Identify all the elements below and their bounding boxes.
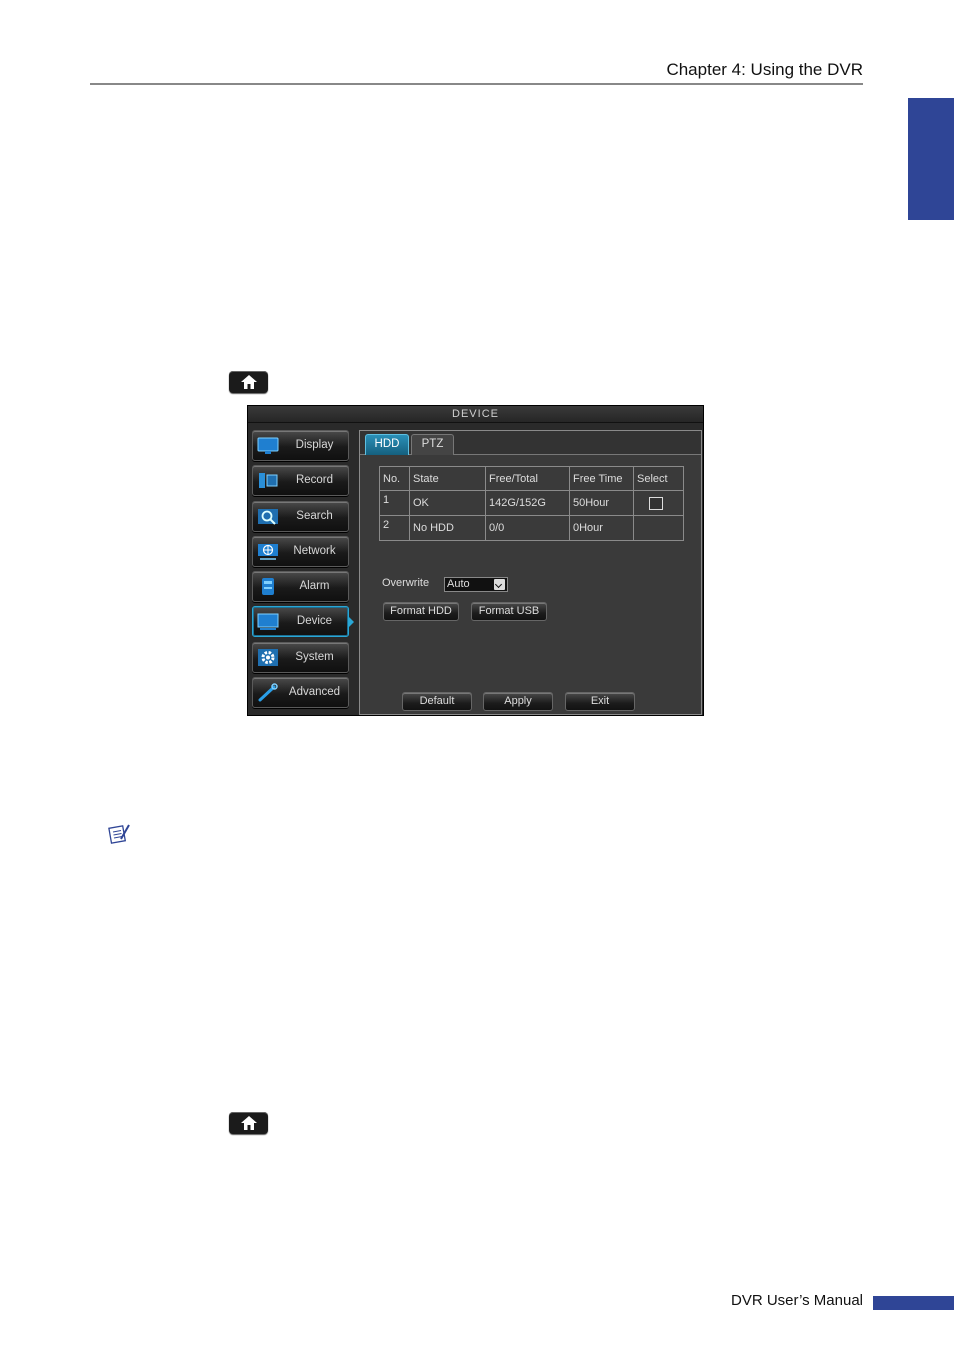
format-usb-button[interactable]: Format USB	[471, 602, 547, 621]
sidebar-item-label: Display	[295, 439, 334, 451]
sidebar-item-label: Network	[293, 544, 336, 557]
cell-free-total: 142G/152G	[485, 490, 570, 516]
dvr-sidebar: Display Record Search Network Alarm Devi…	[252, 430, 354, 712]
overwrite-value: Auto	[447, 578, 470, 590]
exit-button[interactable]: Exit	[565, 692, 635, 711]
cell-free-total: 0/0	[485, 515, 570, 541]
sidebar-item-label: Device	[296, 615, 333, 628]
sidebar-item-search[interactable]: Search	[252, 500, 349, 532]
monitor-icon	[257, 437, 279, 454]
note-icon	[108, 824, 130, 844]
cell-state: OK	[409, 490, 486, 516]
column-header: Select	[633, 466, 684, 491]
select-checkbox[interactable]	[649, 496, 663, 510]
window-title: DEVICE	[248, 406, 703, 423]
cell-free-time: 50Hour	[569, 490, 634, 516]
device-icon	[257, 613, 279, 631]
overwrite-select[interactable]: Auto	[444, 577, 508, 592]
alarm-icon	[262, 578, 274, 596]
cell-select	[633, 490, 684, 516]
side-chapter-tab	[908, 98, 954, 220]
network-icon	[258, 543, 278, 560]
table-header-row: No. State Free/Total Free Time Select	[379, 466, 684, 491]
device-panel: HDD PTZ No. State Free/Total Free Time S…	[359, 430, 702, 715]
cell-select	[633, 515, 684, 541]
table-row: 1 OK 142G/152G 50Hour	[379, 490, 684, 516]
sidebar-item-label: Alarm	[299, 580, 330, 593]
wrench-icon	[258, 683, 278, 702]
sidebar-item-label: Search	[296, 509, 333, 522]
search-icon	[258, 508, 278, 525]
sidebar-item-alarm[interactable]: Alarm	[252, 571, 349, 603]
tab-ptz[interactable]: PTZ	[411, 434, 454, 455]
apply-button[interactable]: Apply	[483, 692, 553, 711]
sidebar-item-record[interactable]: Record	[252, 465, 349, 497]
table-row: 2 No HDD 0/0 0Hour	[379, 515, 684, 541]
sidebar-item-network[interactable]: Network	[252, 535, 349, 567]
home-icon	[240, 1116, 257, 1130]
column-header: State	[409, 466, 486, 491]
dvr-device-window: DEVICE Display Record Search Network Ala…	[247, 405, 704, 716]
cell-state: No HDD	[409, 515, 486, 541]
cell-no: 2	[379, 515, 410, 541]
sidebar-item-system[interactable]: System	[252, 641, 349, 673]
home-button-2[interactable]	[229, 1112, 268, 1134]
hdd-table: No. State Free/Total Free Time Select 1 …	[379, 466, 684, 541]
format-hdd-button[interactable]: Format HDD	[383, 602, 459, 621]
home-button-1[interactable]	[229, 371, 268, 393]
footer-accent-bar	[873, 1296, 954, 1310]
column-header: Free/Total	[485, 466, 570, 491]
home-icon	[240, 375, 257, 389]
record-icon	[259, 473, 278, 489]
chapter-title: Chapter 4: Using the DVR	[666, 60, 863, 79]
tab-bar: HDD PTZ	[360, 431, 701, 455]
sidebar-item-label: Advanced	[288, 686, 341, 699]
tab-hdd[interactable]: HDD	[365, 434, 409, 455]
sidebar-item-display[interactable]: Display	[252, 430, 349, 461]
column-header: Free Time	[569, 466, 634, 491]
gear-icon	[258, 648, 278, 666]
sidebar-item-device[interactable]: Device	[252, 606, 354, 638]
sidebar-item-label: Record	[295, 474, 334, 487]
footer-title: DVR User’s Manual	[731, 1292, 863, 1309]
default-button[interactable]: Default	[402, 692, 472, 711]
overwrite-label: Overwrite	[382, 577, 430, 589]
sidebar-item-label: System	[295, 650, 334, 663]
sidebar-item-advanced[interactable]: Advanced	[252, 677, 349, 709]
cell-no: 1	[379, 490, 410, 516]
chevron-down-icon	[494, 579, 505, 590]
header-rule	[90, 83, 863, 85]
column-header: No.	[379, 466, 410, 491]
cell-free-time: 0Hour	[569, 515, 634, 541]
